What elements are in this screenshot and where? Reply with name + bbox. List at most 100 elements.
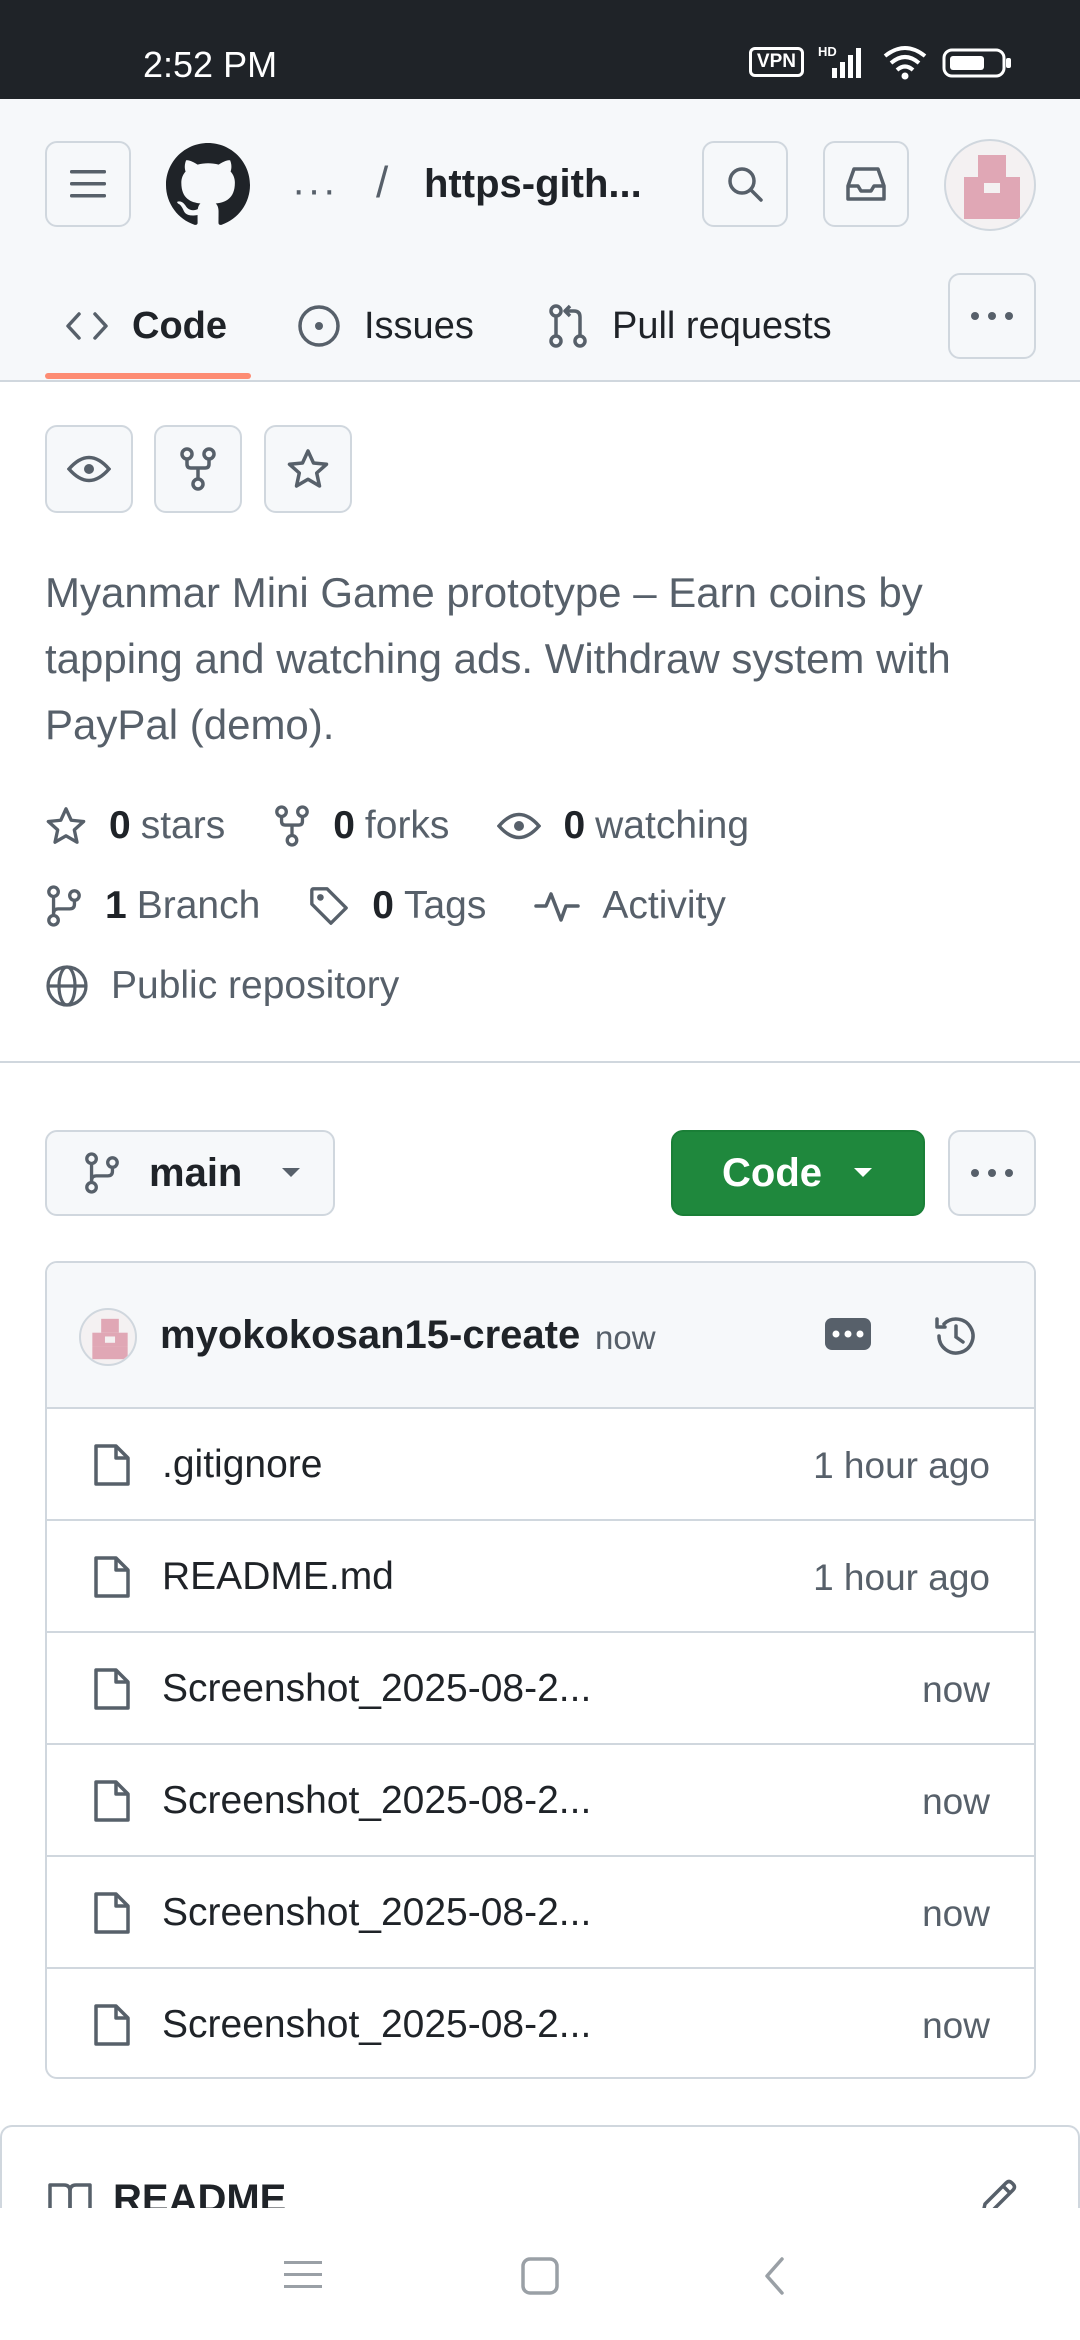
commit-author-avatar[interactable] [79,1308,137,1366]
branches-link[interactable]: 1 Branch [45,884,260,928]
forks-label: forks [364,804,450,847]
activity-link[interactable]: Activity [534,884,726,928]
user-avatar[interactable] [944,139,1036,231]
breadcrumb-more[interactable]: ··· [292,168,338,213]
star-icon [46,807,86,844]
commit-message-toggle[interactable] [825,1318,871,1350]
repo-stats-row: 0 stars 0 forks 0 watching [45,804,797,848]
commit-author[interactable]: myokokosan15-create [160,1313,580,1358]
file-row[interactable]: Screenshot_2025-08-2... now [47,1857,1034,1969]
tab-issues-label: Issues [364,304,474,347]
file-row[interactable]: README.md 1 hour ago [47,1521,1034,1633]
file-name[interactable]: Screenshot_2025-08-2... [162,1779,591,1823]
breadcrumb-repo-name[interactable]: https-gith... [424,162,642,207]
system-nav-bar [0,2208,1080,2340]
hamburger-icon [70,170,106,198]
visibility-label: Public repository [111,964,400,1007]
star-button[interactable] [264,425,352,513]
vpn-icon: VPN [748,47,804,77]
file-time: 1 hour ago [813,1445,990,1486]
kebab-horizontal-icon [971,1169,1013,1177]
repo-visibility-row: Public repository [45,964,447,1008]
wifi-icon [883,46,927,80]
pull-request-icon [549,304,587,348]
breadcrumb-separator: / [376,158,389,207]
file-row[interactable]: Screenshot_2025-08-2... now [47,1969,1034,2077]
menu-button[interactable] [45,141,131,227]
branch-icon [85,1152,119,1194]
fork-icon [180,447,216,491]
file-row[interactable]: Screenshot_2025-08-2... now [47,1745,1034,1857]
forks-count: 0 [333,804,355,847]
section-divider [0,1061,1080,1063]
tags-label: Tags [403,884,487,927]
history-icon[interactable] [931,1311,981,1361]
tags-count: 0 [372,884,394,927]
branch-count: 1 [105,884,127,927]
ellipsis-icon [832,1330,864,1338]
back-icon[interactable] [762,2256,788,2296]
file-icon [94,1668,130,1710]
stars-link[interactable]: 0 stars [45,804,225,848]
code-dropdown-button[interactable]: Code [671,1130,925,1216]
search-button[interactable] [702,141,788,227]
globe-icon [46,965,88,1007]
recent-apps-icon[interactable] [282,2258,324,2292]
svg-text:HD: HD [818,44,837,59]
file-icon [94,1780,130,1822]
fork-button[interactable] [154,425,242,513]
file-list: myokokosan15-create now .gitignore 1 hou… [45,1261,1036,2079]
stars-label: stars [140,804,226,847]
identicon-icon [964,155,1020,219]
status-bar: 2:52 PM VPN HD [0,0,1080,99]
issue-icon [298,305,340,347]
file-name[interactable]: README.md [162,1555,394,1599]
tab-pull-requests-label: Pull requests [612,304,832,347]
forks-link[interactable]: 0 forks [273,804,449,848]
watch-button[interactable] [45,425,133,513]
search-icon [728,167,763,202]
branch-icon [47,885,81,927]
commit-time: now [595,1319,656,1356]
file-time: now [922,1893,990,1934]
watching-link[interactable]: 0 watching [497,804,749,848]
toolbar-more-button[interactable] [948,1130,1036,1216]
battery-icon [942,48,1011,78]
tab-issues[interactable]: Issues [296,272,474,380]
active-tab-indicator [45,373,251,379]
caret-down-icon [854,1168,872,1177]
file-name[interactable]: Screenshot_2025-08-2... [162,1891,591,1935]
tabs-more-button[interactable] [948,273,1036,359]
watching-label: watching [595,804,750,847]
file-name[interactable]: Screenshot_2025-08-2... [162,2003,591,2047]
file-time: now [922,1781,990,1822]
file-icon [94,1444,130,1486]
branch-select-button[interactable]: main [45,1130,335,1216]
file-icon [94,1556,130,1598]
tags-link[interactable]: 0 Tags [308,884,486,928]
file-name[interactable]: Screenshot_2025-08-2... [162,1667,591,1711]
inbox-button[interactable] [823,141,909,227]
file-name[interactable]: .gitignore [162,1443,322,1487]
star-icon [287,449,329,488]
tab-code[interactable]: Code [64,272,227,380]
file-time: 1 hour ago [813,1557,990,1598]
branch-name: main [149,1150,243,1195]
file-row[interactable]: Screenshot_2025-08-2... now [47,1633,1034,1745]
file-time: now [922,2005,990,2046]
inbox-icon [846,167,886,201]
github-logo-icon[interactable] [166,143,250,227]
identicon-icon [92,1318,128,1360]
file-icon [94,2004,130,2046]
code-icon [66,312,108,340]
code-button-label: Code [722,1150,822,1195]
tab-pull-requests[interactable]: Pull requests [546,272,832,380]
tab-code-label: Code [132,304,227,347]
repo-description: Myanmar Mini Game prototype – Earn coins… [45,569,951,748]
kebab-horizontal-icon [971,312,1013,320]
status-time: 2:52 PM [143,44,278,85]
repo-refs-row: 1 Branch 0 Tags Activity [45,884,774,928]
stars-count: 0 [109,804,131,847]
home-icon[interactable] [520,2256,560,2296]
file-row[interactable]: .gitignore 1 hour ago [47,1409,1034,1521]
